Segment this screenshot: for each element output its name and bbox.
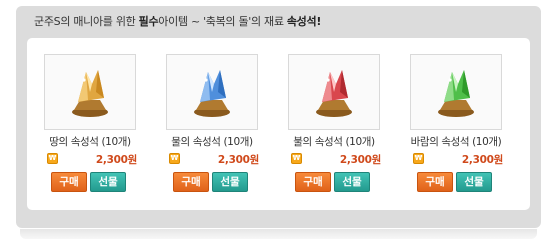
wind-gem-icon [438,70,474,117]
item-price: 2,300원 [461,154,503,166]
fire-gem-icon [316,70,352,117]
buy-button[interactable]: 구매 [51,172,87,192]
item-name: 불의 속성석 (10개) [293,136,375,148]
item-name: 땅의 속성석 (10개) [49,136,131,148]
promo-headline: 군주S의 매니아를 위한 필수아이템 ~ '축복의 돌'의 재료 속성석! [34,12,321,32]
buy-button[interactable]: 구매 [295,172,331,192]
item-price: 2,300원 [95,154,137,166]
water-gem-icon [194,70,230,117]
coin-icon: ₩ [291,153,302,164]
item-price: 2,300원 [217,154,259,166]
item-list: 땅의 속성석 (10개) ₩ 2,300원 구매 선물 물의 속성석 (10개)… [27,38,530,210]
buy-button[interactable]: 구매 [173,172,209,192]
headline-emphasis-essential: 필수 [138,15,159,28]
gift-button[interactable]: 선물 [334,172,370,192]
price-row: ₩ 2,300원 [411,152,503,166]
item-card-water: 물의 속성석 (10개) ₩ 2,300원 구매 선물 [159,54,265,204]
gift-button[interactable]: 선물 [212,172,248,192]
price-row: ₩ 2,300원 [45,152,137,166]
item-thumbnail[interactable] [410,54,502,130]
item-thumbnail[interactable] [44,54,136,130]
price-row: ₩ 2,300원 [289,152,381,166]
item-card-wind: 바람의 속성석 (10개) ₩ 2,300원 구매 선물 [403,54,509,204]
item-price: 2,300원 [339,154,381,166]
item-name: 바람의 속성석 (10개) [410,136,502,148]
item-thumbnail[interactable] [288,54,380,130]
headline-middle: 아이템 ~ '축복의 돌'의 재료 [158,15,287,28]
headline-prefix: 군주S의 매니아를 위한 [34,15,139,28]
earth-gem-icon [72,70,108,117]
coin-icon: ₩ [47,153,58,164]
panel-shadow [20,229,537,239]
item-thumbnail[interactable] [166,54,258,130]
headline-emphasis-stone: 속성석! [286,15,322,28]
gift-button[interactable]: 선물 [456,172,492,192]
coin-icon: ₩ [169,153,180,164]
coin-icon: ₩ [413,153,424,164]
item-card-fire: 불의 속성석 (10개) ₩ 2,300원 구매 선물 [281,54,387,204]
price-row: ₩ 2,300원 [167,152,259,166]
item-card-earth: 땅의 속성석 (10개) ₩ 2,300원 구매 선물 [37,54,143,204]
item-name: 물의 속성석 (10개) [171,136,253,148]
gift-button[interactable]: 선물 [90,172,126,192]
buy-button[interactable]: 구매 [417,172,453,192]
